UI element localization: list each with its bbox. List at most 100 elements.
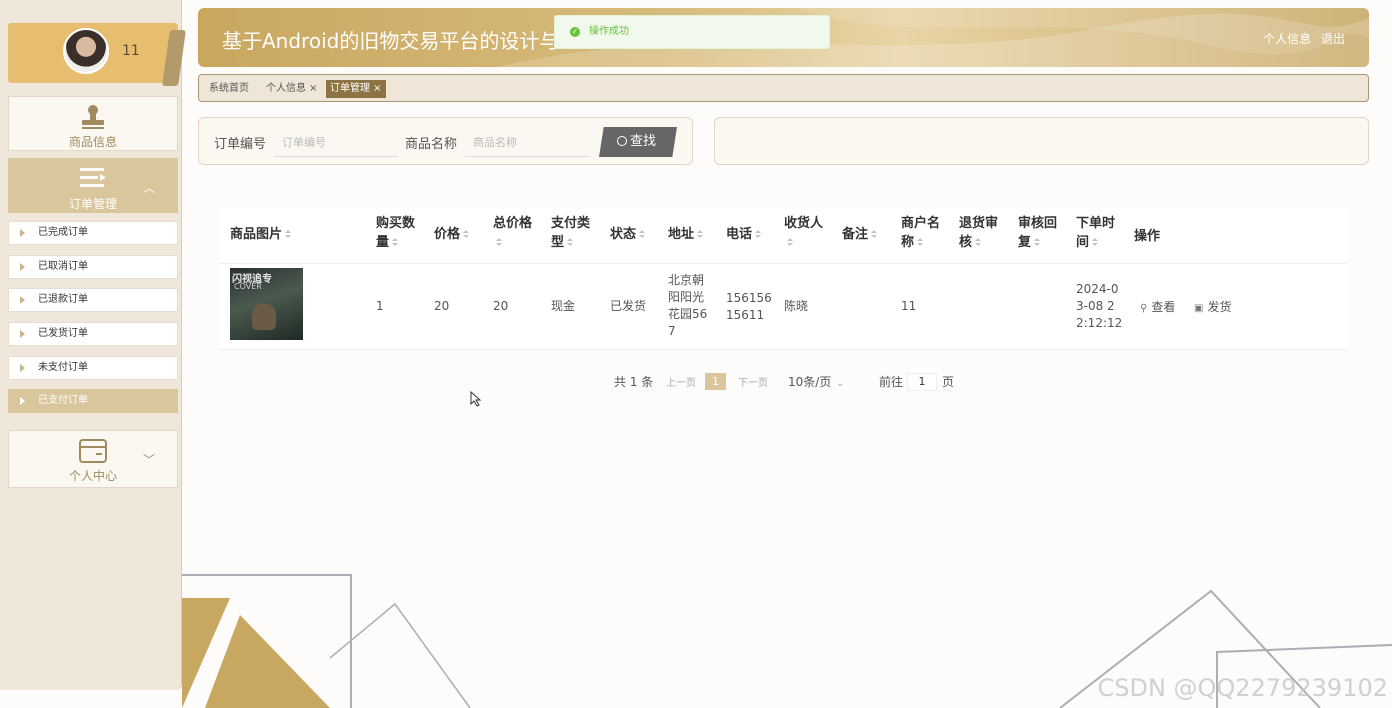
row-divider [220,349,1347,350]
sort-icon[interactable] [567,238,574,247]
sort-icon[interactable] [871,230,878,239]
col-phone[interactable]: 电话 [726,225,762,244]
sidebar-item-label: 已取消订单 [38,261,88,272]
caret-right-icon [20,263,25,271]
next-page-button[interactable]: 下一页 [738,375,768,392]
avatar[interactable] [63,28,109,74]
sort-icon[interactable] [697,230,704,239]
tab-home[interactable]: 系统首页 [205,80,253,98]
search-panel: 订单编号 商品名称 查找 [198,117,693,165]
sort-icon[interactable] [1034,238,1041,247]
chevron-up-icon: ︿ [142,181,155,195]
sort-icon[interactable] [392,238,399,247]
sort-icon[interactable] [463,230,470,239]
goto-label: 前往 [879,375,904,389]
search-icon: ⚲ [1140,303,1148,314]
sidebar-item-cancelled-orders[interactable]: 已取消订单 [8,255,178,279]
col-order-time[interactable]: 下单时 间 [1076,214,1115,252]
sidebar-item-refunded-orders[interactable]: 已退款订单 [8,288,178,312]
sort-icon[interactable] [975,238,982,247]
sort-icon[interactable] [787,238,794,247]
cell-status: 已发货 [610,299,647,313]
header-text: 商品图片 [230,227,283,242]
cell-quantity: 1 [376,299,384,313]
check-circle-icon: ✓ [570,27,580,37]
ship-button[interactable]: ▣ 发货 [1194,298,1231,315]
prev-page-button[interactable]: 上一页 [666,375,696,392]
action-panel [714,117,1369,165]
menu-orders[interactable]: 订单管理 ︿ [8,158,178,213]
header-user-links: 个人信息 退出 [1257,30,1345,47]
col-status[interactable]: 状态 [610,225,646,244]
orders-table: 商品图片 购买数 量 价格 总价格 支付类 型 状态 地址 电话 收货人 备注 … [220,208,1347,350]
sidebar-item-label: 未支付订单 [38,362,88,373]
col-price[interactable]: 价格 [434,225,470,244]
header-text: 状态 [610,227,637,242]
menu-goods-label: 商品信息 [68,135,117,149]
menu-orders-label: 订单管理 [68,197,117,211]
cell-price: 20 [434,299,450,313]
sort-icon[interactable] [639,230,646,239]
sidebar-item-label: 已退款订单 [38,294,88,305]
col-review-reply[interactable]: 审核回 复 [1018,214,1057,252]
cell-pay-type: 现金 [551,299,576,313]
col-remark[interactable]: 备注 [842,225,878,244]
sidebar: 11 商品信息 订单管理 ︿ 已完成订单 已取消订单 已退款订单 已发货订单 未… [0,0,186,690]
product-image[interactable]: 闪视追专 COVER [230,268,303,340]
header-text: 电话 [726,227,753,242]
view-button[interactable]: ⚲ 查看 [1140,298,1175,315]
tab-profile[interactable]: 个人信息 × [262,80,322,98]
col-total[interactable]: 总价格 [493,214,532,252]
cell-phone: 156156 15611 [726,291,772,322]
product-image-subtitle: COVER [234,282,262,291]
tab-order-management[interactable]: 订单管理 × [326,80,386,98]
order-no-input[interactable] [274,128,398,157]
logout-link[interactable]: 退出 [1321,32,1345,46]
col-image[interactable]: 商品图片 [230,225,292,244]
menu-goods[interactable]: 商品信息 [8,96,178,151]
sidebar-item-paid-orders[interactable]: 已支付订单 [8,389,178,413]
col-quantity[interactable]: 购买数 量 [376,214,415,252]
user-name: 11 [122,43,140,59]
view-label: 查看 [1151,300,1176,314]
sort-icon[interactable] [1092,238,1099,247]
col-address[interactable]: 地址 [668,225,704,244]
col-return-review[interactable]: 退货审 核 [959,214,998,252]
col-merchant[interactable]: 商户名 称 [901,214,940,252]
col-actions: 操作 [1134,227,1160,246]
sidebar-item-shipped-orders[interactable]: 已发货订单 [8,322,178,346]
goods-name-label: 商品名称 [405,137,458,152]
sort-icon[interactable] [755,230,762,239]
sidebar-item-label: 已支付订单 [38,395,88,406]
cell-order-time: 2024-0 3-08 2 2:12:12 [1076,282,1123,330]
search-button-label: 查找 [629,134,656,149]
page-size-select[interactable]: 10条/页 [788,374,831,391]
search-button[interactable]: 查找 [599,127,677,157]
profile-link[interactable]: 个人信息 [1263,32,1311,46]
sort-icon[interactable] [917,238,924,247]
col-receiver[interactable]: 收货人 [784,214,823,252]
background-decoration [182,574,1392,708]
chevron-down-icon[interactable]: ⌄ [836,375,844,392]
order-no-label: 订单编号 [214,137,267,152]
goto-page-input[interactable]: 1 [907,373,937,391]
caret-right-icon [20,364,25,372]
caret-right-icon [20,330,25,338]
col-pay-type[interactable]: 支付类 型 [551,214,590,252]
header-divider [220,263,1347,264]
toast-message: 操作成功 [589,26,629,37]
sidebar-item-unpaid-orders[interactable]: 未支付订单 [8,356,178,380]
sort-icon[interactable] [285,230,292,239]
caret-right-icon [20,296,25,304]
list-icon [80,168,106,187]
goods-name-input[interactable] [465,128,589,157]
caret-right-icon [20,397,25,405]
tabs-bar: 系统首页 个人信息 × 订单管理 × [198,74,1369,102]
page-number-current[interactable]: 1 [705,373,726,390]
sort-icon[interactable] [496,238,503,247]
menu-user-center[interactable]: 个人中心 ﹀ [8,430,178,488]
chevron-down-icon: ﹀ [142,453,155,467]
sidebar-item-completed-orders[interactable]: 已完成订单 [8,221,178,245]
cell-merchant: 11 [901,299,917,313]
stamp-icon [82,105,104,129]
